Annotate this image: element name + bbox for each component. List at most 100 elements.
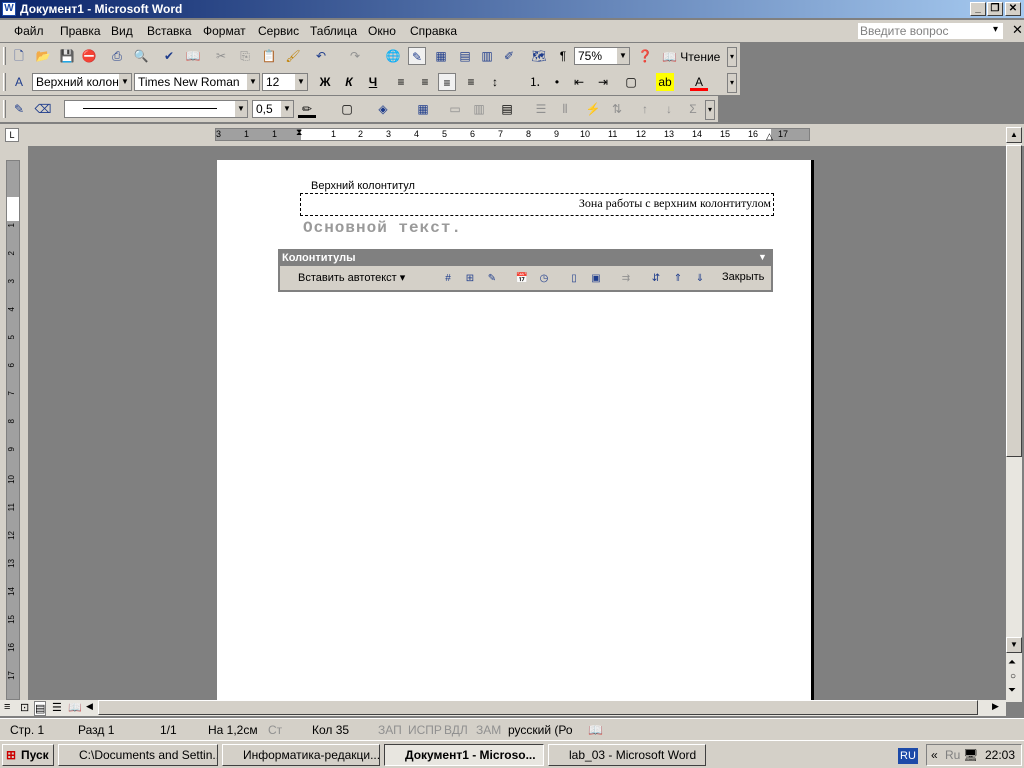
permission-icon[interactable]: ⛔ — [80, 47, 98, 65]
bullets-icon[interactable]: • — [548, 73, 566, 91]
toolbar-grip[interactable] — [3, 47, 6, 65]
ask-dropdown-icon[interactable]: ▾ — [993, 24, 998, 35]
insert-excel-icon[interactable]: ▤ — [456, 47, 474, 65]
horizontal-ruler[interactable]: 3 1 1 1 2 3 4 5 6 7 8 9 10 11 12 13 14 1… — [215, 127, 810, 141]
indent-marker-icon[interactable]: ⧗ — [296, 127, 302, 138]
font-color-icon[interactable]: A — [690, 73, 708, 91]
menu-view[interactable]: Вид — [111, 24, 133, 38]
split-cells-icon[interactable]: ▥ — [470, 100, 488, 118]
show-hide-icon[interactable]: ¶ — [554, 47, 572, 65]
language-indicator[interactable]: RU — [898, 748, 918, 764]
numbering-icon[interactable]: ⒈ — [526, 73, 544, 91]
tables-borders-icon[interactable]: ✎ — [408, 47, 426, 65]
show-next-icon[interactable]: ⇓ — [692, 271, 708, 287]
clock[interactable]: 22:03 — [985, 745, 1015, 765]
draw-table-icon[interactable]: ✎ — [10, 100, 28, 118]
insert-page-count-icon[interactable]: ⊞ — [462, 271, 478, 287]
vertical-scrollbar[interactable]: ▲ ▼ ⏶ ○ ⏷ — [1006, 127, 1022, 702]
toolbar-options-icon[interactable]: ▾ — [705, 100, 715, 120]
insert-table-icon[interactable]: ▦ — [432, 47, 450, 65]
insert-page-number-icon[interactable]: # — [440, 271, 456, 287]
line-style-combo[interactable]: ▼ — [64, 100, 248, 118]
header-zone[interactable]: Зона работы с верхним колонтитулом — [300, 193, 774, 216]
format-page-number-icon[interactable]: ✎ — [484, 271, 500, 287]
decrease-indent-icon[interactable]: ⇤ — [570, 73, 588, 91]
style-combo[interactable]: Верхний колонт ▼ — [32, 73, 132, 91]
research-icon[interactable]: 📖 — [184, 47, 202, 65]
menu-file[interactable]: Файл — [14, 24, 44, 38]
format-painter-icon[interactable]: 🖌 — [284, 47, 302, 65]
zoom-combo[interactable]: 75% ▼ — [574, 47, 630, 65]
open-icon[interactable]: 📂 — [34, 47, 52, 65]
document-map-icon[interactable]: 🗺 — [530, 47, 548, 65]
highlight-icon[interactable]: ab — [656, 73, 674, 91]
close-button[interactable]: ✕ — [1005, 2, 1021, 16]
status-track[interactable]: ИСПР — [408, 723, 442, 737]
line-spacing-icon[interactable]: ↕ — [486, 73, 504, 91]
tab-selector-icon[interactable]: L — [5, 128, 19, 142]
eraser-icon[interactable]: ⌫ — [34, 100, 52, 118]
align-center-icon[interactable]: ≡ — [416, 73, 434, 91]
show-hide-text-icon[interactable]: ▣ — [588, 271, 604, 287]
restore-button[interactable]: ❐ — [987, 2, 1003, 16]
outline-view-icon[interactable]: ☰ — [52, 701, 62, 714]
drawing-icon[interactable]: ✐ — [500, 47, 518, 65]
page-setup-icon[interactable]: ▯ — [566, 271, 582, 287]
chevron-down-icon[interactable]: ▼ — [617, 48, 629, 64]
status-rec[interactable]: ЗАП — [378, 723, 402, 737]
print-preview-icon[interactable]: 🔍 — [132, 47, 150, 65]
toolbar-options-icon[interactable]: ▾ — [727, 73, 737, 93]
distribute-columns-icon[interactable]: ⦀ — [556, 100, 574, 118]
vertical-ruler[interactable]: 1 2 3 4 5 6 7 8 9 10 11 12 13 14 15 16 1… — [6, 160, 20, 700]
tray-expand-icon[interactable]: « — [931, 745, 938, 765]
toolbar-grip[interactable] — [3, 100, 6, 118]
web-view-icon[interactable]: ⊡ — [20, 701, 29, 714]
distribute-rows-icon[interactable]: ☰ — [532, 100, 550, 118]
hscroll-thumb[interactable] — [98, 700, 978, 715]
scroll-left-icon[interactable]: ◀ — [86, 701, 93, 712]
show-previous-icon[interactable]: ⇑ — [670, 271, 686, 287]
menu-tools[interactable]: Сервис — [258, 24, 299, 38]
word-app-icon[interactable]: W — [2, 2, 16, 16]
scroll-up-icon[interactable]: ▲ — [1006, 127, 1022, 143]
undo-icon[interactable]: ↶ — [312, 47, 330, 65]
close-hf-button[interactable]: Закрыть — [722, 271, 764, 283]
insert-autotext-button[interactable]: Вставить автотекст ▾ — [298, 271, 405, 284]
print-icon[interactable]: ⎙ — [108, 47, 126, 65]
align-cell-icon[interactable]: ▤ — [498, 100, 516, 118]
tray-lang[interactable]: Ru — [945, 745, 960, 765]
shading-color-icon[interactable]: ◈ — [374, 100, 392, 118]
next-page-icon[interactable]: ⏷ — [1008, 685, 1016, 696]
align-right-icon[interactable]: ≡ — [438, 73, 456, 91]
select-browse-object-icon[interactable]: ○ — [1010, 671, 1016, 682]
horizontal-scrollbar[interactable]: ≡ ⊡ ▤ ☰ 📖 ◀ ▶ — [0, 700, 1006, 716]
header-zone-text[interactable]: Зона работы с верхним колонтитулом — [579, 196, 771, 211]
status-overtype[interactable]: ЗАМ — [476, 723, 501, 737]
task-word-lab03[interactable]: lab_03 - Microsoft Word — [548, 744, 706, 766]
document-page[interactable]: Верхний колонтитул Зона работы с верхним… — [217, 160, 814, 702]
task-word-active[interactable]: Документ1 - Microso... — [384, 744, 544, 766]
italic-button[interactable]: К — [340, 73, 358, 91]
ask-question-input[interactable]: Введите вопрос — [858, 23, 1003, 39]
table-autoformat-icon[interactable]: ⚡ — [584, 100, 602, 118]
scroll-down-icon[interactable]: ▼ — [1006, 637, 1022, 653]
underline-button[interactable]: Ч — [364, 73, 382, 91]
merge-cells-icon[interactable]: ▭ — [446, 100, 464, 118]
justify-icon[interactable]: ≡ — [462, 73, 480, 91]
toolbar-grip[interactable] — [3, 73, 6, 91]
task-word-doc-1[interactable]: Информатика-редакци... — [222, 744, 380, 766]
toolbar-options-icon[interactable]: ▾ — [727, 47, 737, 67]
redo-icon[interactable]: ↷ — [346, 47, 364, 65]
switch-header-footer-icon[interactable]: ⇵ — [648, 271, 664, 287]
chevron-down-icon[interactable]: ▼ — [281, 101, 293, 117]
start-button[interactable]: ⊞ Пуск — [2, 744, 54, 766]
spelling-status-icon[interactable]: 📖 — [588, 723, 603, 737]
minimize-button[interactable]: _ — [970, 2, 986, 16]
help-icon[interactable]: ❓ — [636, 47, 654, 65]
line-weight-combo[interactable]: 0,5 ▼ — [252, 100, 294, 118]
paste-icon[interactable]: 📋 — [260, 47, 278, 65]
outside-border-icon[interactable]: ▢ — [338, 100, 356, 118]
menu-format[interactable]: Формат — [203, 24, 246, 38]
hf-toolbar-title[interactable]: Колонтитулы — [280, 251, 771, 266]
chevron-down-icon[interactable]: ▼ — [119, 74, 131, 90]
